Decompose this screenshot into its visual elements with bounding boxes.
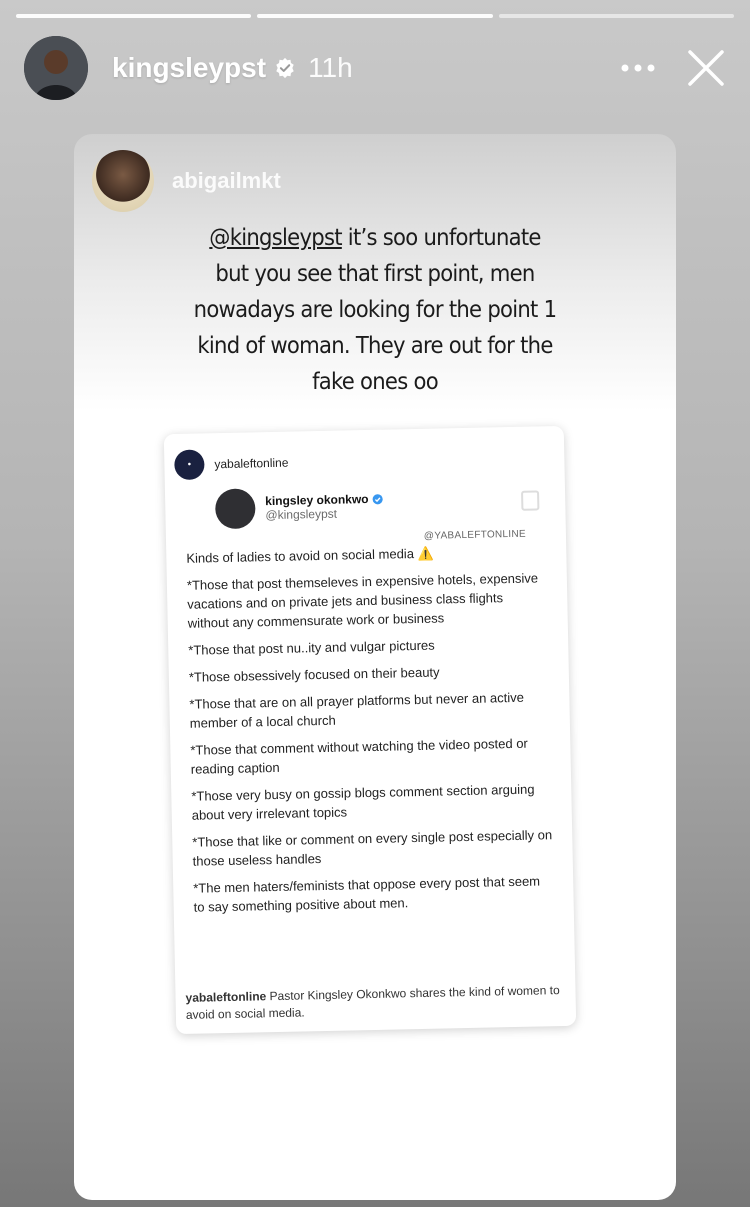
tweet-handle: @kingsleypst [265,506,338,523]
story-progress [16,14,734,18]
account-logo: ● [174,449,205,481]
tweet-line: *Those that post themseleves in expensiv… [186,570,539,631]
post-header: ● yabaleftonline [174,448,289,481]
more-icon[interactable] [614,48,662,88]
mention-link[interactable]: @kingsleypst [209,225,342,251]
story-username[interactable]: kingsleypst [112,52,266,84]
tweet-line: *Those obsessively focused on their beau… [188,664,440,685]
reply-avatar[interactable] [92,150,154,212]
bookmark-icon [521,490,540,511]
reply-header: abigailmkt [92,150,281,212]
tweet-body: Kinds of ladies to avoid on social media… [186,541,554,916]
reply-line-3: nowadays are looking for the point 1 [193,297,557,323]
avatar[interactable] [24,36,88,100]
shared-story-card: abigailmkt @kingsleypst it’s soo unfortu… [74,134,676,1200]
reply-line-5: fake ones oo [312,369,439,395]
tweet-line: *The men haters/feminists that oppose ev… [193,873,541,915]
post-account[interactable]: yabaleftonline [214,456,288,472]
reply-line-2: but you see that first point, men [215,261,535,287]
progress-segment-2 [257,14,493,18]
tweet-line: *Those that like or comment on every sin… [192,827,553,869]
tweet-avatar [214,488,256,530]
close-icon[interactable] [682,44,730,92]
verified-badge-icon [274,57,296,79]
tweet-line: *Those that post nu..ity and vulgar pict… [188,637,435,658]
shared-post[interactable]: ● yabaleftonline kingsley okonkwo @kings… [163,425,577,1035]
tweet-line: *Those that are on all prayer platforms … [189,689,525,731]
story-time: 11h [308,52,353,83]
reply-line-4: kind of woman. They are out for the [197,333,553,359]
tweet-verified-icon [372,493,384,504]
progress-segment-3 [498,14,734,18]
tweet-line: *Those that comment without watching the… [190,735,528,777]
reply-text: @kingsleypst it’s soo unfortunate but yo… [98,220,652,400]
story-header: kingsleypst 11h [24,36,730,100]
reply-line-1: @kingsleypst it’s soo unfortunate [209,225,541,251]
tweet-screenshot: kingsley okonkwo @kingsleypst @YABALEFTO… [185,482,554,924]
post-caption: yabaleftonline Pastor Kingsley Okonkwo s… [185,982,564,1024]
reply-username[interactable]: abigailmkt [172,168,281,194]
progress-segment-1 [16,14,252,18]
tweet-header: kingsley okonkwo @kingsleypst [214,482,546,530]
tweet-author: kingsley okonkwo [265,492,384,508]
tweet-line: *Those very busy on gossip blogs comment… [191,781,535,823]
caption-account[interactable]: yabaleftonline [185,989,266,1005]
